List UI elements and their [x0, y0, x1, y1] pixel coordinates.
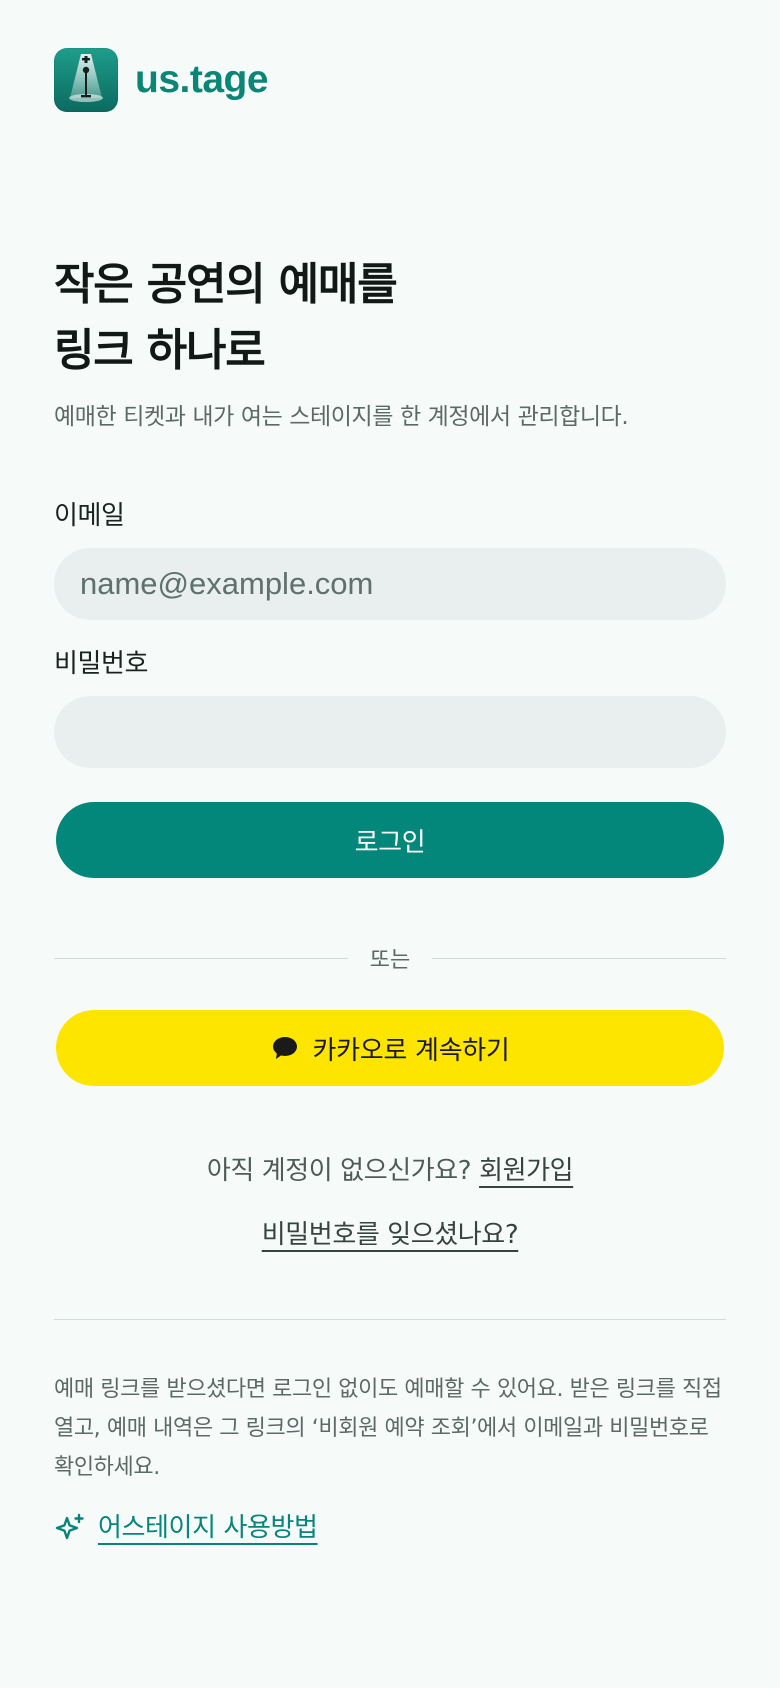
page-subtitle: 예매한 티켓과 내가 여는 스테이지를 한 계정에서 관리합니다. — [54, 404, 629, 430]
email-label: 이메일 — [54, 501, 125, 531]
password-label: 비밀번호 — [54, 649, 149, 679]
brand-name: us.tage — [135, 58, 269, 101]
divider-line-right — [432, 957, 727, 959]
sparkle-icon — [54, 1512, 86, 1544]
guide-link[interactable]: 어스테이지 사용방법 — [54, 1508, 318, 1548]
page-title-line-1: 작은 공연의 예매를 — [54, 259, 398, 310]
login-button-label: 로그인 — [354, 827, 426, 858]
signup-prompt: 아직 계정이 없으신가요? — [206, 1156, 472, 1186]
spotlight-microphone-icon — [54, 48, 118, 112]
signup-prompt-row: 아직 계정이 없으신가요? 회원가입 — [0, 1152, 780, 1190]
divider-line-left — [54, 957, 348, 959]
speech-bubble-icon — [271, 1034, 299, 1062]
page-title: 작은 공연의 예매를 링크 하나로 — [54, 252, 398, 384]
login-button[interactable]: 로그인 — [56, 802, 724, 878]
page-title-line-2: 링크 하나로 — [54, 325, 266, 376]
password-field[interactable] — [54, 696, 726, 768]
kakao-button-label: 카카오로 계속하기 — [312, 1035, 510, 1066]
guide-link-label: 어스테이지 사용방법 — [98, 1513, 318, 1543]
kakao-login-button[interactable]: 카카오로 계속하기 — [56, 1010, 724, 1086]
email-field[interactable] — [54, 548, 726, 620]
signup-link[interactable]: 회원가입 — [479, 1156, 573, 1186]
divider-text: 또는 — [369, 948, 411, 973]
section-divider — [54, 1319, 726, 1320]
guest-booking-note: 예매 링크를 받으셨다면 로그인 없이도 예매할 수 있어요. 받은 링크를 직… — [54, 1377, 722, 1480]
forgot-password-link[interactable]: 비밀번호를 잊으셨나요? — [262, 1220, 519, 1250]
app-header: us.tage — [54, 48, 269, 112]
or-divider: 또는 — [54, 942, 727, 974]
logo-svg — [69, 54, 103, 102]
forgot-password-row: 비밀번호를 잊으셨나요? — [0, 1216, 780, 1254]
